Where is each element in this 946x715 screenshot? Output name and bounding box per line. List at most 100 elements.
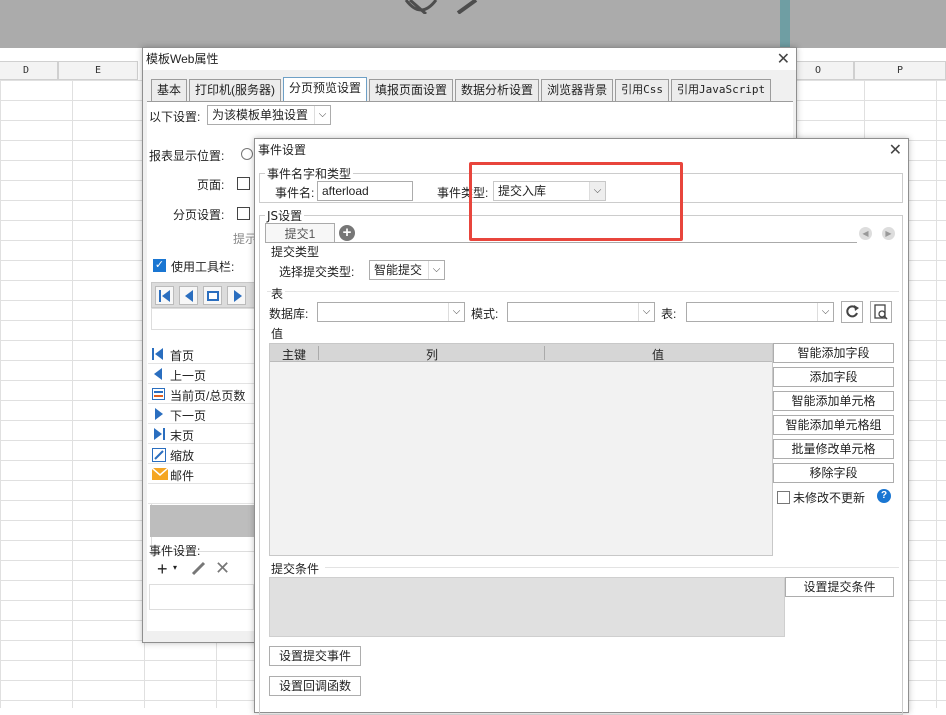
page-count-button[interactable] [203, 286, 222, 305]
next-page-button[interactable] [227, 286, 246, 305]
chevron-down-icon: ⌵ [314, 106, 330, 124]
value-group-title: 值 [271, 325, 286, 342]
paging-label: 分页设置: [173, 208, 225, 222]
prev-page-button[interactable] [179, 286, 198, 305]
last-page-icon [152, 428, 166, 443]
list-item-label: 当前页/总页数 [170, 389, 246, 403]
name-type-group-title: 事件名字和类型 [265, 165, 354, 182]
list-item-label: 末页 [170, 429, 195, 443]
tab-paging-preview[interactable]: 分页预览设置 [283, 77, 368, 101]
first-page-button[interactable] [155, 286, 174, 305]
add-icon[interactable]: + [157, 560, 168, 578]
first-page-icon [152, 348, 166, 363]
event-name-input[interactable]: afterload [317, 181, 413, 201]
schema-select[interactable]: ⌵ [507, 302, 655, 322]
remove-field-button[interactable]: 移除字段 [773, 463, 894, 483]
tab-css[interactable]: 引用Css [615, 79, 669, 101]
smart-add-cell-button[interactable]: 智能添加单元格 [773, 391, 894, 411]
toolbar-preview-space [151, 308, 255, 330]
value-table-header: 主键 列 值 [270, 344, 772, 362]
database-select[interactable]: ⌵ [317, 302, 465, 322]
hide-icon[interactable] [404, 0, 438, 16]
column-header-e[interactable]: E [58, 61, 138, 80]
use-toolbar-label: 使用工具栏: [171, 260, 235, 274]
list-scroll-area[interactable] [150, 505, 254, 537]
submit-type-group-title: 提交类型 [271, 245, 320, 259]
list-item[interactable]: 当前页/总页数 [148, 384, 256, 404]
close-icon[interactable]: ✕ [777, 49, 790, 69]
add-tab-icon[interactable]: + [339, 225, 355, 241]
refresh-icon[interactable] [841, 301, 863, 323]
value-table[interactable]: 主键 列 值 [269, 343, 773, 556]
submit-type-select[interactable]: 智能提交 ⌵ [369, 260, 445, 280]
list-item-label: 邮件 [170, 469, 195, 483]
scroll-left-icon[interactable]: ◀ [859, 227, 872, 240]
no-update-label: 未修改不更新 [793, 491, 866, 505]
submit-condition-area[interactable] [269, 577, 785, 637]
chevron-down-icon[interactable]: ▾ [173, 563, 177, 572]
divider [267, 291, 899, 292]
edit-pencil-icon[interactable] [456, 0, 482, 15]
chevron-down-icon: ⌵ [817, 303, 833, 321]
edit-icon[interactable] [191, 560, 207, 579]
column-header-value: 值 [652, 348, 665, 362]
js-settings-title: JS设置 [265, 207, 305, 224]
help-icon[interactable]: ? [877, 489, 891, 503]
table-select[interactable]: ⌵ [686, 302, 834, 322]
tab-divider [265, 242, 857, 243]
setting-label: 以下设置: [149, 110, 201, 124]
list-item[interactable]: 邮件 [148, 464, 256, 484]
tab-fill-page[interactable]: 填报页面设置 [369, 79, 454, 101]
set-submit-event-button[interactable]: 设置提交事件 [269, 646, 361, 666]
tab-basic[interactable]: 基本 [151, 79, 188, 101]
database-label: 数据库: [269, 307, 309, 321]
position-radio[interactable] [241, 148, 253, 160]
use-toolbar-checkbox[interactable]: ✓ [153, 259, 166, 272]
close-icon[interactable]: ✕ [889, 140, 902, 160]
list-item-label: 上一页 [170, 369, 207, 383]
table-group-title: 表 [271, 285, 286, 302]
chevron-down-icon: ⌵ [448, 303, 464, 321]
page-label: 页面: [197, 178, 225, 192]
event-name-value: afterload [322, 184, 369, 198]
column-header-primary-key: 主键 [282, 348, 307, 362]
scroll-right-icon[interactable]: ▶ [882, 227, 895, 240]
tab-javascript[interactable]: 引用JavaScript [670, 79, 772, 101]
no-update-checkbox[interactable] [777, 491, 790, 504]
list-item[interactable]: 下一页 [148, 404, 256, 424]
list-item-label: 缩放 [170, 449, 195, 463]
list-item[interactable]: 缩放 [148, 444, 256, 464]
top-scroll-indicator [780, 0, 790, 48]
page-checkbox[interactable] [237, 177, 250, 190]
tab-data-analysis[interactable]: 数据分析设置 [455, 79, 540, 101]
smart-add-field-button[interactable]: 智能添加字段 [773, 343, 894, 363]
batch-modify-cells-button[interactable]: 批量修改单元格 [773, 439, 894, 459]
prev-page-icon [152, 368, 166, 383]
smart-add-cell-group-button[interactable]: 智能添加单元格组 [773, 415, 894, 435]
list-item-label: 首页 [170, 349, 195, 363]
list-item-label: 下一页 [170, 409, 207, 423]
list-item[interactable]: 末页 [148, 424, 256, 444]
event-list[interactable] [149, 584, 254, 610]
next-page-icon [152, 408, 166, 423]
chevron-down-icon: ⌵ [428, 261, 444, 279]
tab-bar: 基本 打印机(服务器) 分页预览设置 填报页面设置 数据分析设置 浏览器背景 引… [151, 77, 773, 101]
tab-submit-1-label: 提交1 [284, 227, 316, 241]
page-count-icon [152, 388, 166, 403]
tab-browser-bg[interactable]: 浏览器背景 [541, 79, 614, 101]
tab-submit-1[interactable]: 提交1 [265, 223, 335, 243]
tab-printer[interactable]: 打印机(服务器) [189, 79, 282, 101]
list-item[interactable]: 上一页 [148, 364, 256, 384]
paging-checkbox[interactable] [237, 207, 250, 220]
set-submit-condition-button[interactable]: 设置提交条件 [785, 577, 894, 597]
column-header-p[interactable]: P [854, 61, 946, 80]
list-item[interactable]: 首页 [148, 344, 256, 364]
setting-select-value: 为该模板单独设置 [212, 108, 309, 122]
column-header-d[interactable]: D [0, 61, 58, 80]
setting-select[interactable]: 为该模板单独设置 ⌵ [207, 105, 331, 125]
delete-icon[interactable]: ✕ [215, 558, 230, 579]
set-callback-button[interactable]: 设置回调函数 [269, 676, 361, 696]
divider [325, 567, 899, 568]
preview-table-icon[interactable] [870, 301, 892, 323]
add-field-button[interactable]: 添加字段 [773, 367, 894, 387]
